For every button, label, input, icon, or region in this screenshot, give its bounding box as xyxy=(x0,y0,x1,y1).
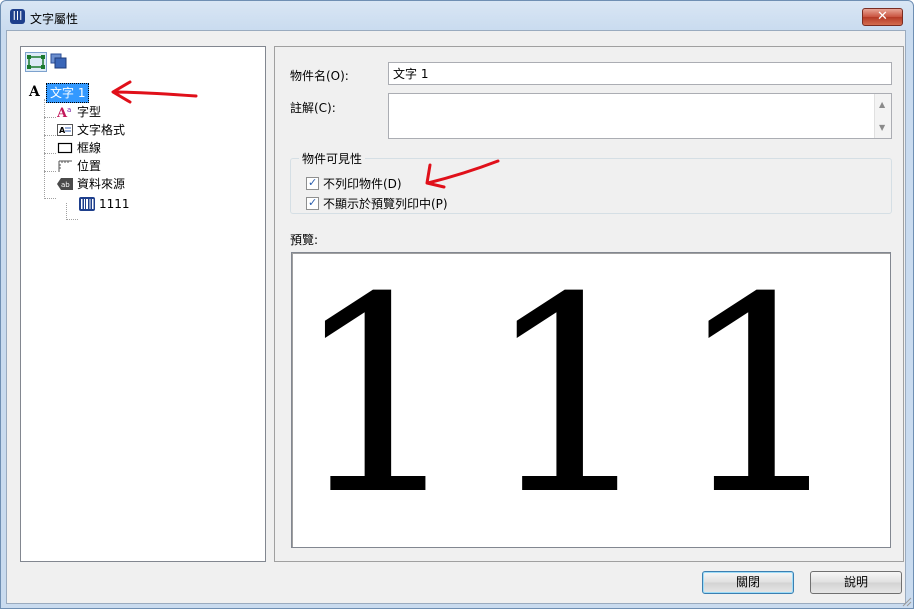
property-tree-panel: A 文字 1 A a 字型 A 文字格式 框線 位置 ab 資料來源 1111 xyxy=(20,46,266,562)
title-bar[interactable]: ||| 文字屬性 ✕ xyxy=(1,1,913,31)
svg-text:A: A xyxy=(59,126,66,135)
tree-view-icon xyxy=(27,55,45,69)
no-preview-label: 不顯示於預覽列印中(P) xyxy=(323,197,448,211)
tree-item-label: 位置 xyxy=(77,159,102,173)
resize-grip-icon[interactable] xyxy=(900,595,912,607)
border-icon xyxy=(57,142,73,154)
object-name-field[interactable]: 文字 1 xyxy=(388,62,892,85)
annotation-arrow-icon xyxy=(425,159,500,189)
tree-connector xyxy=(44,198,56,199)
scroll-down-icon[interactable]: ▼ xyxy=(879,123,885,132)
text-format-icon: A xyxy=(57,124,73,136)
comment-scrollbar[interactable]: ▲ ▼ xyxy=(874,94,891,138)
tree-connector xyxy=(44,117,56,118)
close-icon: ✕ xyxy=(877,9,888,24)
tree-item-label: 文字格式 xyxy=(77,123,126,137)
tree-item-label: 框線 xyxy=(77,141,102,155)
svg-text:a: a xyxy=(67,106,71,114)
preview-label: 預覽: xyxy=(290,233,319,247)
layers-icon xyxy=(50,53,67,69)
svg-text:ab: ab xyxy=(61,181,70,189)
window-title: 文字屬性 xyxy=(30,12,79,26)
barcode-icon xyxy=(79,197,95,211)
tree-item-label: 資料來源 xyxy=(77,177,126,191)
comment-label: 註解(C): xyxy=(290,101,336,115)
object-name-label: 物件名(O): xyxy=(290,69,349,83)
no-print-checkbox[interactable] xyxy=(306,175,319,191)
no-print-label: 不列印物件(D) xyxy=(323,177,402,191)
tree-connector xyxy=(44,171,56,172)
barcode-app-icon: ||| xyxy=(10,9,25,24)
position-icon xyxy=(58,160,72,172)
text-object-icon: A xyxy=(29,84,40,100)
tree-view-button[interactable] xyxy=(25,52,47,72)
tree-connector xyxy=(66,219,78,220)
visibility-group-title: 物件可見性 xyxy=(299,150,366,167)
font-icon: A a xyxy=(57,106,71,119)
close-window-button[interactable]: ✕ xyxy=(862,8,903,26)
close-button[interactable]: 關閉 xyxy=(702,571,794,594)
help-button[interactable]: 說明 xyxy=(810,571,902,594)
scroll-up-icon[interactable]: ▲ xyxy=(879,100,885,109)
object-name-value: 文字 1 xyxy=(393,67,429,81)
preview-pane: 1111 xyxy=(291,252,891,548)
tree-item-label: 1111 xyxy=(99,197,130,211)
tree-connector xyxy=(44,135,56,136)
tree-connector xyxy=(44,153,56,154)
data-source-icon: ab xyxy=(57,178,73,190)
no-preview-checkbox[interactable] xyxy=(306,195,319,211)
tree-connector xyxy=(44,99,45,199)
layers-button[interactable] xyxy=(49,52,71,72)
preview-text: 1111 xyxy=(292,252,890,548)
tree-item-root-label: 文字 1 xyxy=(46,83,90,103)
annotation-arrow-icon xyxy=(111,80,198,104)
comment-field[interactable]: ▲ ▼ xyxy=(388,93,892,139)
tree-connector xyxy=(66,203,67,220)
tree-item-label: 字型 xyxy=(77,105,102,119)
